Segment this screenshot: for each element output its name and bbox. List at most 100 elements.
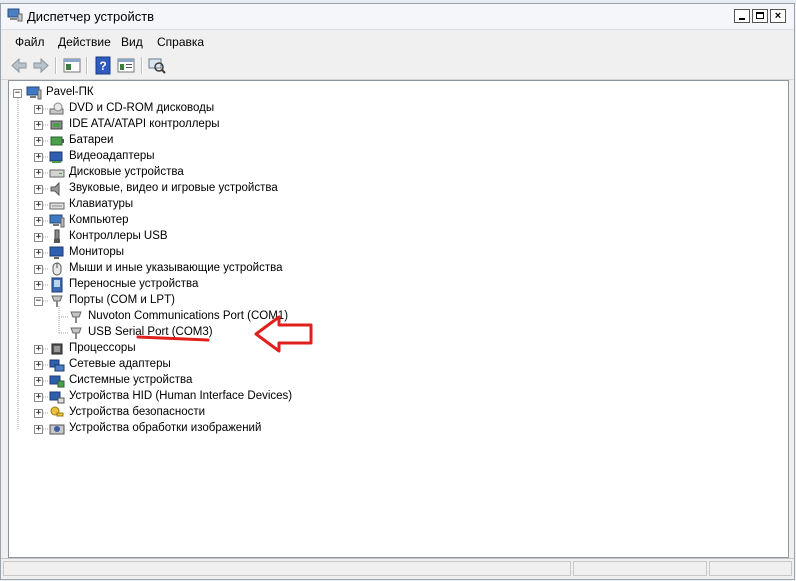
tree-node-label: Сетевые адаптеры [69,358,171,370]
network-adapter-icon [49,357,65,373]
battery-icon [49,133,65,149]
expand-icon[interactable]: + [34,409,43,418]
menu-action[interactable]: Действие [58,35,111,49]
port-icon [49,293,65,309]
minimize-button[interactable] [734,9,750,23]
tree-node-label: Устройства обработки изображений [69,422,262,434]
display-adapter-icon [49,149,65,165]
status-pane-main [3,561,571,576]
expand-icon[interactable]: + [34,249,43,258]
tree-node-label: USB Serial Port (COM3) [88,326,213,338]
tree-category[interactable]: + Переносные устройства [9,277,709,293]
status-bar [1,558,794,579]
toolbar-separator [141,57,143,74]
toolbar: ? [1,53,794,80]
expand-icon[interactable]: + [34,281,43,290]
tree-node-label: DVD и CD-ROM дисководы [69,102,215,114]
imaging-device-icon [49,421,65,437]
menu-help[interactable]: Справка [157,35,204,49]
tree-category[interactable]: + Звуковые, видео и игровые устройства [9,181,709,197]
tree-category[interactable]: + Мыши и иные указывающие устройства [9,261,709,277]
system-devices-icon [49,373,65,389]
expand-icon[interactable]: + [34,377,43,386]
svg-text:?: ? [99,59,106,73]
expand-icon[interactable]: + [34,361,43,370]
expand-icon[interactable]: + [34,393,43,402]
tree-category[interactable]: + Клавиатуры [9,197,709,213]
tree-node-label: Видеоадаптеры [69,150,155,162]
monitor-icon [49,245,65,261]
tree-node-label: Процессоры [69,342,136,354]
tree-node-label: Переносные устройства [69,278,199,290]
ide-controller-icon [49,117,65,133]
security-key-icon [49,405,65,421]
dvd-drive-icon [49,101,65,117]
menu-view[interactable]: Вид [121,35,143,49]
tree-device-item[interactable]: Nuvoton Communications Port (COM1) [9,309,709,325]
device-tree-pane[interactable]: − Pavel-ПК + DVD и CD-ROM дисководы + IDE ATA… [8,80,789,558]
console-tree-icon[interactable] [62,56,82,75]
scan-hardware-icon[interactable] [147,56,167,75]
expand-icon[interactable]: + [34,185,43,194]
back-arrow-icon[interactable] [9,56,29,75]
tree-category[interactable]: + Устройства обработки изображений [9,421,709,437]
toolbar-separator [86,57,88,74]
expand-icon[interactable]: + [34,153,43,162]
tree-node-label: Pavel-ПК [46,86,94,98]
tree-category[interactable]: + Контроллеры USB [9,229,709,245]
tree-node-label: Дисковые устройства [69,166,184,178]
expand-icon[interactable]: + [34,345,43,354]
tree-category[interactable]: − Порты (COM и LPT) [9,293,709,309]
tree-category[interactable]: + Видеоадаптеры [9,149,709,165]
tree-node-label: Nuvoton Communications Port (COM1) [88,310,289,322]
expand-icon[interactable]: + [34,137,43,146]
tree-node-label: Компьютер [69,214,129,226]
computer-icon [26,85,42,101]
tree-category[interactable]: + Дисковые устройства [9,165,709,181]
maximize-button[interactable] [752,9,768,23]
tree-category[interactable]: + Устройства безопасности [9,405,709,421]
properties-icon[interactable] [116,56,136,75]
tree-category[interactable]: + IDE ATA/ATAPI контроллеры [9,117,709,133]
tree-category[interactable]: + DVD и CD-ROM дисководы [9,101,709,117]
help-icon[interactable]: ? [93,56,113,75]
tree-node-label: Устройства безопасности [69,406,206,418]
collapse-icon[interactable]: − [34,297,43,306]
expand-icon[interactable]: + [34,121,43,130]
status-pane-2 [573,561,707,576]
tree-node-label: Звуковые, видео и игровые устройства [69,182,278,194]
tree-node-label: Порты (COM и LPT) [69,294,175,306]
expand-icon[interactable]: + [34,169,43,178]
tree-category[interactable]: + Устройства HID (Human Interface Devices… [9,389,709,405]
tree-category[interactable]: + Батареи [9,133,709,149]
hid-icon [49,389,65,405]
menu-file[interactable]: Файл [15,35,45,49]
close-button[interactable]: × [770,9,786,23]
expand-icon[interactable]: + [34,425,43,434]
expand-icon[interactable]: + [34,233,43,242]
tree-category[interactable]: + Компьютер [9,213,709,229]
usb-icon [49,229,65,245]
title-bar: Диспетчер устройств × [1,4,794,30]
portable-device-icon [49,277,65,293]
mouse-icon [49,261,65,277]
expand-icon[interactable]: + [34,201,43,210]
tree-category[interactable]: + Сетевые адаптеры [9,357,709,373]
tree-node-label: Батареи [69,134,114,146]
forward-arrow-icon[interactable] [31,56,51,75]
port-icon [68,325,84,341]
tree-node-label: Мыши и иные указывающие устройства [69,262,283,274]
expand-icon[interactable]: + [34,105,43,114]
menu-bar: Файл Действие Вид Справка [1,30,794,52]
computer-icon [49,213,65,229]
tree-category[interactable]: + Мониторы [9,245,709,261]
disk-drive-icon [49,165,65,181]
tree-root-computer[interactable]: − Pavel-ПК [9,85,709,101]
collapse-icon[interactable]: − [13,89,22,98]
tree-device-item[interactable]: USB Serial Port (COM3) [9,325,709,341]
processor-icon [49,341,65,357]
tree-category[interactable]: + Системные устройства [9,373,709,389]
expand-icon[interactable]: + [34,217,43,226]
expand-icon[interactable]: + [34,265,43,274]
tree-category[interactable]: + Процессоры [9,341,709,357]
